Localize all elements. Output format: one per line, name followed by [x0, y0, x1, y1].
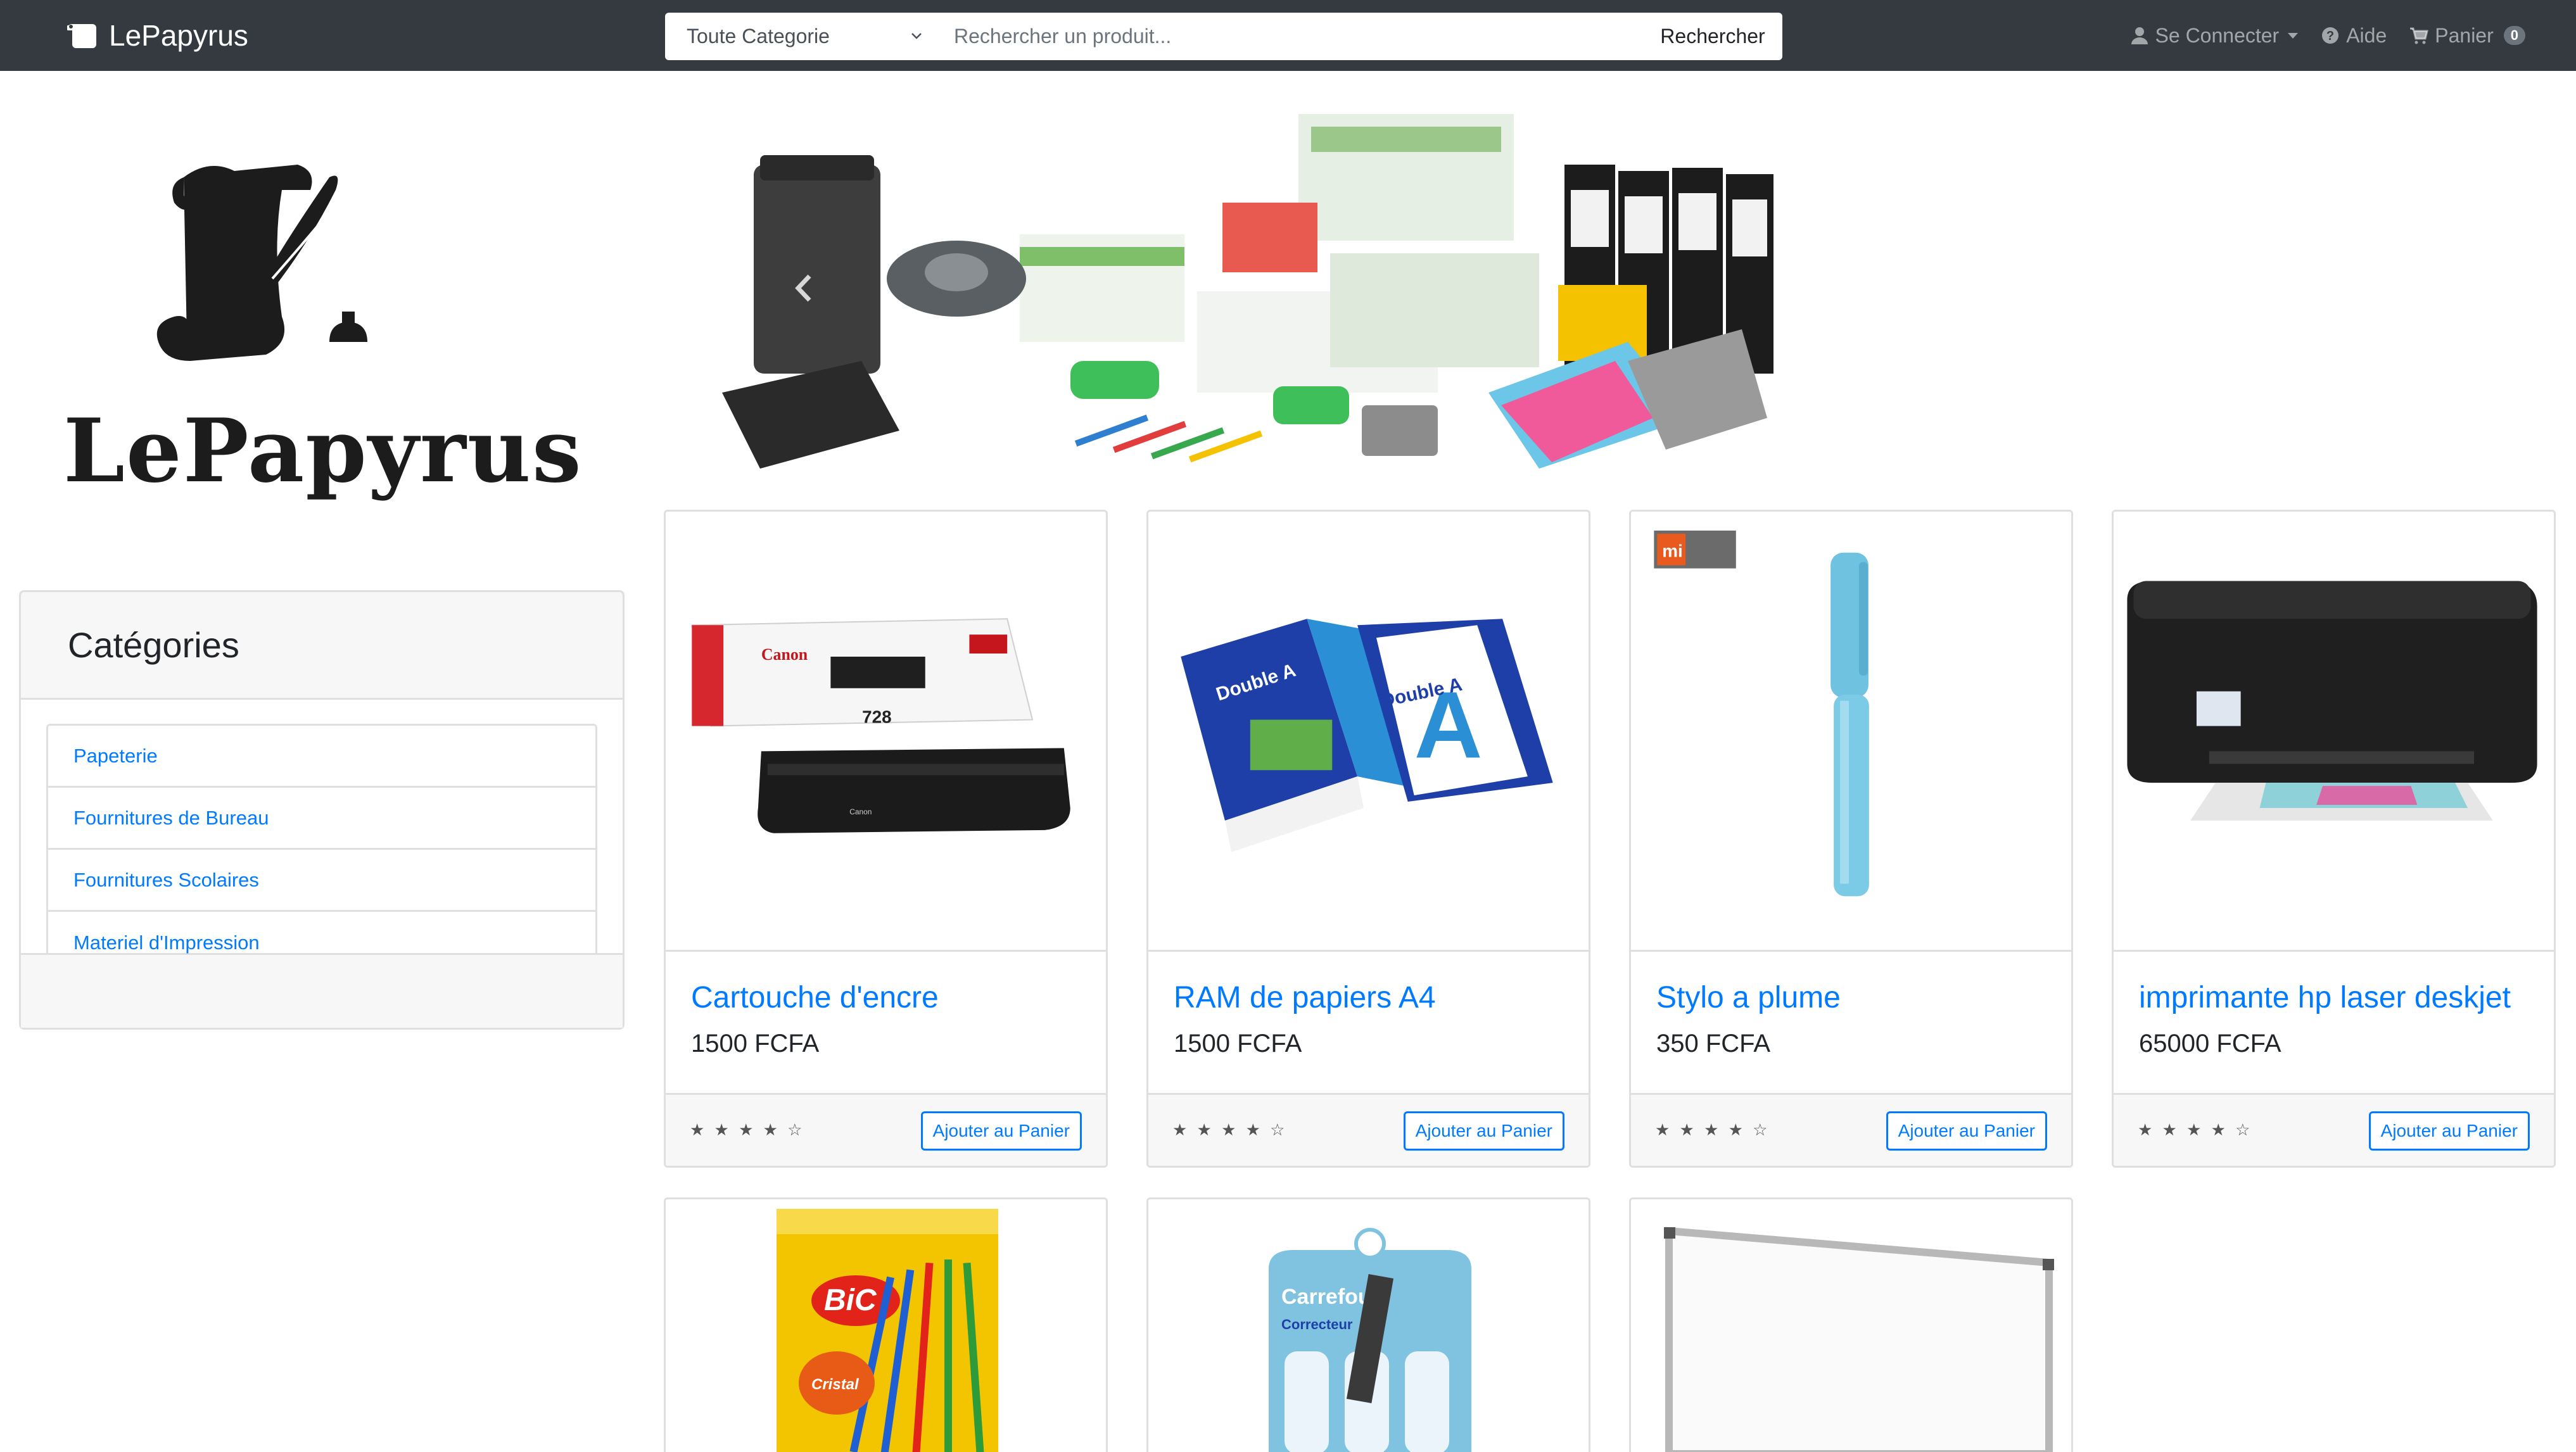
product-card-bic-pens: BiC Cristal: [664, 1197, 1108, 1452]
svg-text:Canon: Canon: [761, 645, 808, 664]
search-group: Toute Categorie Rechercher: [665, 13, 1782, 60]
categories-body: Papeterie Fournitures de Bureau Fournitu…: [21, 700, 623, 976]
caret-down-icon: [2288, 32, 2299, 39]
category-item-papeterie[interactable]: Papeterie: [48, 726, 595, 788]
add-to-cart-button[interactable]: Ajouter au Panier: [1403, 1111, 1564, 1151]
cart-count-badge: 0: [2503, 26, 2525, 45]
category-item-fournitures-scolaires[interactable]: Fournitures Scolaires: [48, 850, 595, 912]
category-select-value: Toute Categorie: [687, 25, 830, 47]
product-image-bic-pens[interactable]: BiC Cristal: [666, 1199, 1106, 1452]
login-dropdown[interactable]: Se Connecter: [2130, 24, 2299, 47]
office-supplies-banner: [722, 114, 1773, 469]
add-to-cart-button[interactable]: Ajouter au Panier: [1886, 1111, 2047, 1151]
svg-text:?: ?: [2326, 29, 2334, 43]
svg-text:Canon: Canon: [849, 807, 872, 816]
product-price: 1500 FCFA: [691, 1030, 820, 1057]
brand-link[interactable]: LePapyrus: [67, 15, 248, 56]
category-select[interactable]: Toute Categorie: [665, 13, 937, 60]
product-card-ram-papiers: A Double A Double A RAM de papiers A4 15…: [1146, 510, 1590, 1168]
product-card-correcteur: Carrefour Correcteur: [1146, 1197, 1590, 1452]
svg-text:728: 728: [862, 707, 891, 727]
product-title[interactable]: RAM de papiers A4: [1174, 980, 1436, 1015]
product-image-whiteboard[interactable]: [1631, 1199, 2071, 1452]
product-card-cartouche: Canon 728 Canon Cartouche d'encre 1500 F…: [664, 510, 1108, 1168]
category-item-fournitures-bureau[interactable]: Fournitures de Bureau: [48, 788, 595, 850]
product-image-toner[interactable]: Canon 728 Canon: [666, 512, 1106, 952]
product-card-stylo-plume: mi Stylo a plume 350 FCFA ★ ★ ★ ★ ☆ Ajou…: [1629, 510, 2073, 1168]
product-title[interactable]: Cartouche d'encre: [691, 980, 939, 1015]
add-to-cart-button[interactable]: Ajouter au Panier: [2368, 1111, 2530, 1151]
logo-text: LePapyrus: [63, 399, 583, 502]
question-circle-icon: ?: [2322, 27, 2339, 44]
product-footer: ★ ★ ★ ★ ☆ Ajouter au Panier: [666, 1093, 1106, 1166]
rating-stars: ★ ★ ★ ★ ☆: [690, 1120, 805, 1139]
search-button[interactable]: Rechercher: [1643, 13, 1782, 60]
rating-stars: ★ ★ ★ ★ ☆: [1172, 1120, 1288, 1139]
product-title[interactable]: Stylo a plume: [1656, 980, 1841, 1015]
svg-text:Correcteur: Correcteur: [1281, 1316, 1353, 1332]
product-image-correction-pens[interactable]: Carrefour Correcteur: [1148, 1199, 1589, 1452]
product-image-paper-ream[interactable]: A Double A Double A: [1148, 512, 1589, 952]
help-link[interactable]: ? Aide: [2321, 24, 2387, 47]
login-label: Se Connecter: [2155, 23, 2280, 47]
svg-text:BiC: BiC: [824, 1284, 877, 1317]
site-logo: LePapyrus: [63, 152, 583, 507]
cart-label: Panier: [2435, 23, 2494, 47]
product-price: 350 FCFA: [1656, 1030, 1771, 1057]
brand-name: LePapyrus: [109, 19, 248, 52]
cart-icon: [2410, 27, 2429, 44]
categories-title: Catégories: [21, 592, 623, 700]
scroll-quill-icon: [156, 165, 367, 361]
product-card-imprimante: imprimante hp laser deskjet 65000 FCFA ★…: [2112, 510, 2556, 1168]
chevron-down-icon: [911, 33, 922, 39]
product-card-whiteboard: [1629, 1197, 2073, 1452]
product-image-fountain-pen[interactable]: mi: [1631, 512, 2071, 952]
search-input[interactable]: [937, 13, 1643, 60]
categories-footer: [21, 953, 623, 1028]
product-footer: ★ ★ ★ ★ ☆ Ajouter au Panier: [1631, 1093, 2071, 1166]
user-icon: [2131, 27, 2148, 44]
product-price: 65000 FCFA: [2139, 1030, 2281, 1057]
product-price: 1500 FCFA: [1174, 1030, 1302, 1057]
product-footer: ★ ★ ★ ★ ☆ Ajouter au Panier: [1148, 1093, 1589, 1166]
svg-text:Cristal: Cristal: [811, 1376, 860, 1393]
top-navbar: LePapyrus Toute Categorie Rechercher Se …: [0, 0, 2576, 71]
product-footer: ★ ★ ★ ★ ☆ Ajouter au Panier: [2114, 1093, 2554, 1166]
categories-card: Catégories Papeterie Fournitures de Bure…: [19, 590, 625, 1030]
carousel-prev-icon[interactable]: [792, 272, 817, 304]
svg-text:mi: mi: [1662, 541, 1683, 561]
nav-right: Se Connecter ? Aide Panier 0: [2130, 15, 2525, 56]
scroll-icon: [67, 24, 96, 48]
cart-link[interactable]: Panier 0: [2409, 24, 2525, 47]
product-image-printer[interactable]: [2114, 512, 2554, 952]
add-to-cart-button[interactable]: Ajouter au Panier: [920, 1111, 1082, 1151]
product-title[interactable]: imprimante hp laser deskjet: [2139, 980, 2511, 1015]
rating-stars: ★ ★ ★ ★ ☆: [1655, 1120, 1770, 1139]
categories-list: Papeterie Fournitures de Bureau Fournitu…: [46, 724, 597, 976]
rating-stars: ★ ★ ★ ★ ☆: [2138, 1120, 2253, 1139]
help-label: Aide: [2346, 23, 2387, 47]
